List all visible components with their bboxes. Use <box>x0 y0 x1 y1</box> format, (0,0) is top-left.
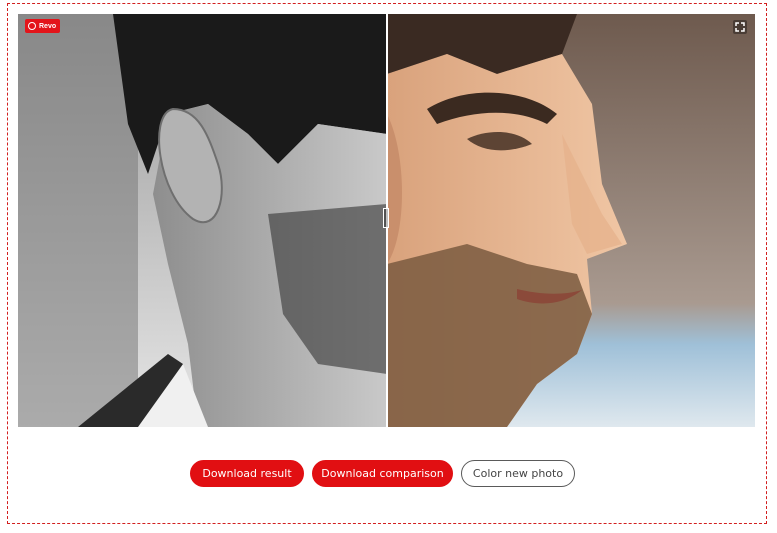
fullscreen-icon[interactable] <box>733 20 747 34</box>
download-comparison-button[interactable]: Download comparison <box>312 460 453 487</box>
color-new-photo-button[interactable]: Color new photo <box>461 460 575 487</box>
logo-badge: Revo <box>25 19 61 33</box>
original-photo-grayscale <box>18 14 387 427</box>
colorized-photo <box>387 14 755 427</box>
download-result-button[interactable]: Download result <box>190 460 304 487</box>
logo-icon <box>28 22 36 30</box>
before-after-comparison[interactable]: Revo <box>18 14 755 427</box>
logo-label: Revo <box>39 22 57 30</box>
action-buttons: Download result Download comparison Colo… <box>190 460 575 487</box>
slider-handle-icon[interactable] <box>383 208 389 228</box>
